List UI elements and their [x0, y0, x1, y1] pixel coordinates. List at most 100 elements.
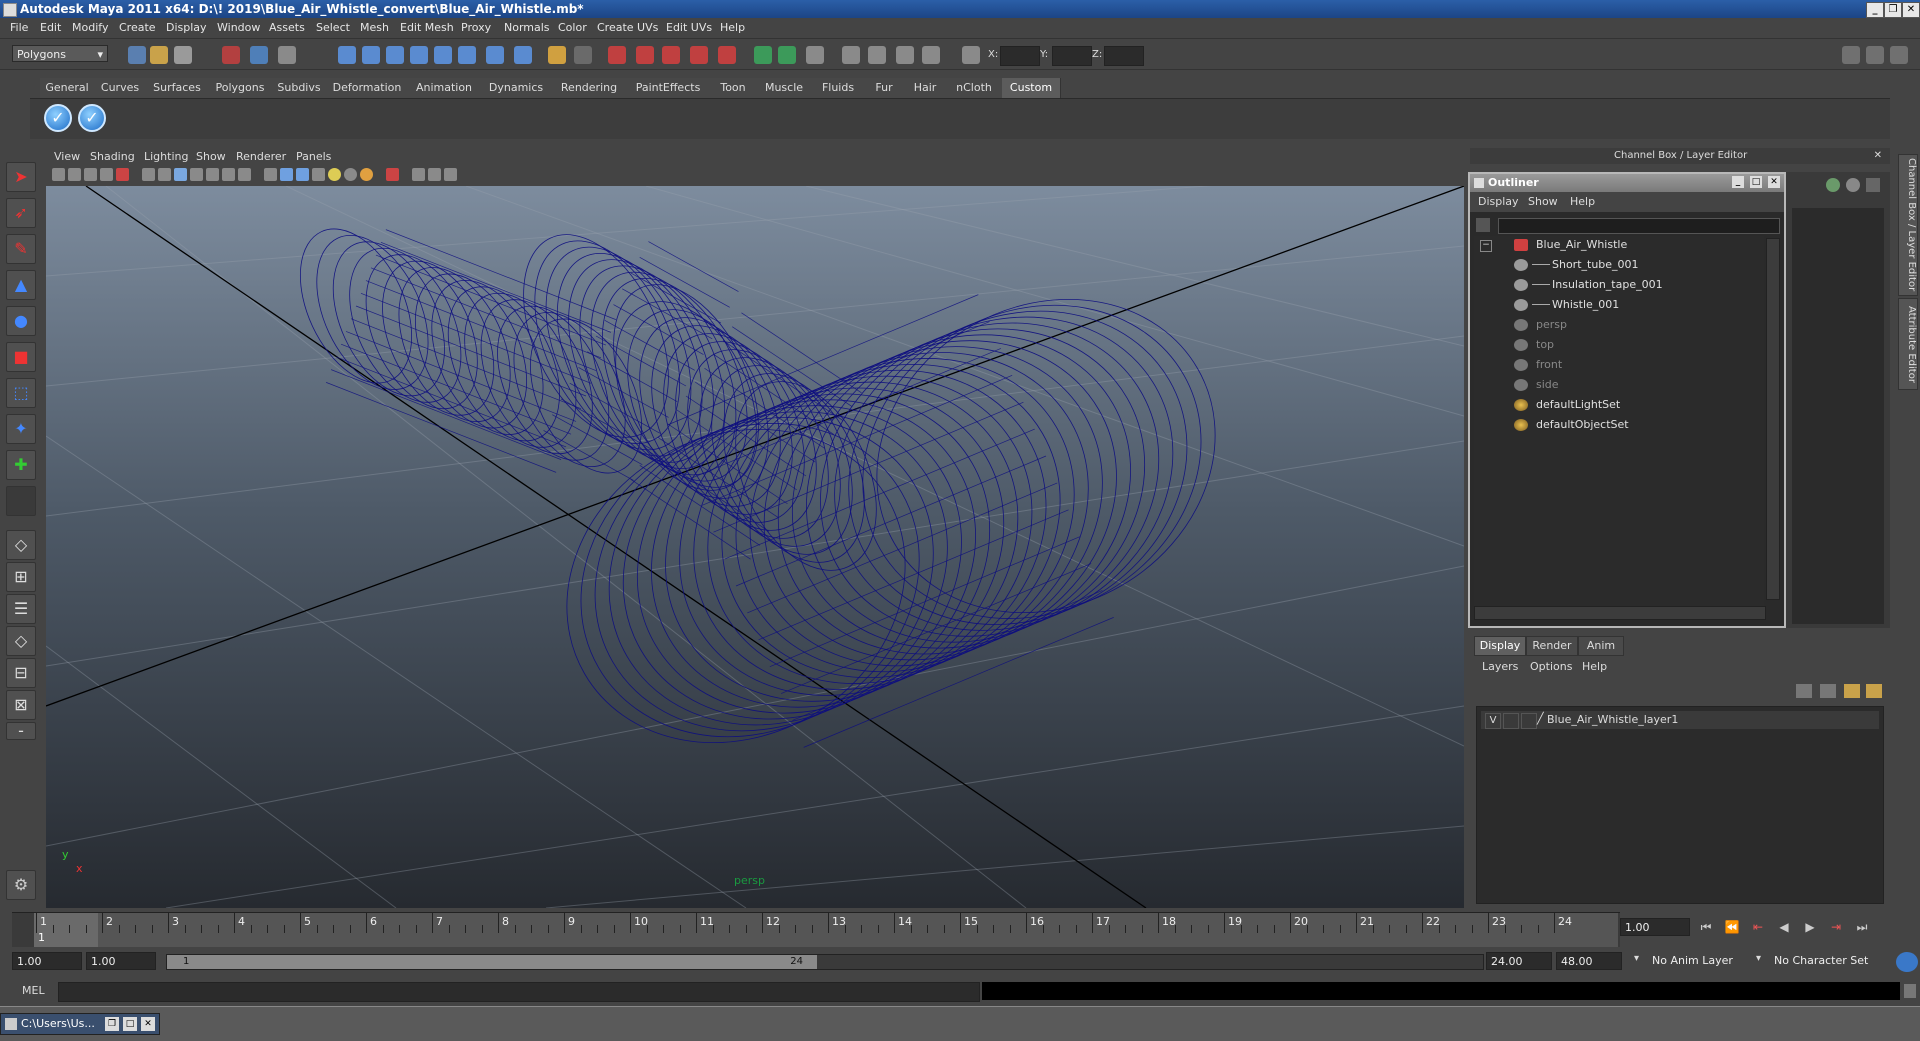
outliner-item-persp[interactable]: persp	[1514, 316, 1754, 334]
menu-display[interactable]: Display	[166, 21, 207, 34]
xray-joints-icon[interactable]	[428, 168, 441, 181]
layer-menu-help[interactable]: Help	[1582, 660, 1607, 673]
film-gate-icon[interactable]	[158, 168, 171, 181]
menu-create[interactable]: Create	[119, 21, 156, 34]
outliner-item-short-tube[interactable]: Short_tube_001	[1514, 256, 1754, 274]
render-view-icon[interactable]	[754, 46, 772, 64]
outliner-item-blue-air-whistle[interactable]: Blue_Air_Whistle	[1514, 236, 1754, 254]
select-tool-icon[interactable]: ➤	[6, 162, 36, 192]
go-to-start-button[interactable]: ⏮	[1696, 918, 1716, 936]
single-pane-layout-icon[interactable]: ◇	[6, 530, 36, 560]
custom-shelf-button-2[interactable]: ✓	[78, 104, 106, 132]
move-layer-down-icon[interactable]	[1820, 684, 1836, 698]
mel-command-input[interactable]	[58, 982, 980, 1002]
x-field[interactable]	[1000, 46, 1040, 66]
shelf-tab-custom[interactable]: Custom	[1002, 78, 1061, 98]
outliner-horizontal-scrollbar[interactable]	[1474, 606, 1766, 620]
panel-menu-show[interactable]: Show	[196, 150, 226, 163]
play-forward-button[interactable]: ▶	[1800, 918, 1820, 936]
construction-history-icon[interactable]	[608, 46, 626, 64]
step-forward-frame-button[interactable]: ⇥	[1826, 918, 1846, 936]
minimize-button[interactable]: _	[1866, 2, 1884, 18]
layer-menu-layers[interactable]: Layers	[1482, 660, 1518, 673]
outliner-item-side[interactable]: side	[1514, 376, 1754, 394]
camera-bookmark-icon[interactable]	[68, 168, 81, 181]
render-layout-icon[interactable]: ⊠	[6, 690, 36, 720]
move-layer-up-icon[interactable]	[1796, 684, 1812, 698]
layer-row[interactable]: V ╱ Blue_Air_Whistle_layer1	[1481, 711, 1879, 729]
outliner-menu-display[interactable]: Display	[1478, 195, 1519, 208]
layer-visibility-toggle[interactable]: V	[1485, 713, 1501, 729]
go-to-end-button[interactable]: ⏭	[1852, 918, 1872, 936]
lock-icon[interactable]	[548, 46, 566, 64]
collapse-toggle[interactable]: −	[1480, 240, 1492, 252]
menu-help[interactable]: Help	[720, 21, 745, 34]
panel-menu-shading[interactable]: Shading	[90, 150, 135, 163]
layer-menu-options[interactable]: Options	[1530, 660, 1572, 673]
2d-pan-zoom-icon[interactable]	[100, 168, 113, 181]
layer-tab-anim[interactable]: Anim	[1578, 636, 1624, 656]
shelf-tab-curves[interactable]: Curves	[94, 78, 147, 98]
select-hierarchy-icon[interactable]	[222, 46, 240, 64]
close-button[interactable]: ✕	[1902, 2, 1920, 18]
show-manipulator-icon[interactable]: ✚	[6, 450, 36, 480]
use-all-lights-icon[interactable]	[328, 168, 341, 181]
shelf-tab-deformation[interactable]: Deformation	[326, 78, 409, 98]
snap-grid2-icon[interactable]	[458, 46, 476, 64]
paint-select-tool-icon[interactable]: ✎	[6, 234, 36, 264]
outliner-menu-show[interactable]: Show	[1528, 195, 1558, 208]
side-tab-channel-box[interactable]: Channel Box / Layer Editor	[1898, 154, 1918, 296]
menu-create-uvs[interactable]: Create UVs	[597, 21, 658, 34]
layer-playback-toggle[interactable]	[1503, 713, 1519, 729]
layer-tab-display[interactable]: Display	[1474, 636, 1526, 656]
new-layer-selected-icon[interactable]	[1866, 684, 1882, 698]
shelf-tab-surfaces[interactable]: Surfaces	[146, 78, 209, 98]
playback-end-field[interactable]: 24.00	[1486, 952, 1552, 970]
new-layer-icon[interactable]	[1844, 684, 1860, 698]
layer-tab-render[interactable]: Render	[1526, 636, 1578, 656]
soft-modification-icon[interactable]: ✦	[6, 414, 36, 444]
time-slider-track[interactable]: 1 1 2 3 4 5 6 7 8 9 10 11 12 13 14 15 16 17 18 19 20 21 22 23 2…	[34, 913, 1618, 947]
menu-file[interactable]: File	[10, 21, 28, 34]
magnet3-icon[interactable]	[690, 46, 708, 64]
safe-title-icon[interactable]	[238, 168, 251, 181]
snap-curve-icon[interactable]	[362, 46, 380, 64]
z-field[interactable]	[1104, 46, 1144, 66]
shelf-tab-ncloth[interactable]: nCloth	[946, 78, 1003, 98]
backface-culling-icon[interactable]	[444, 168, 457, 181]
channel-box-icon[interactable]	[1826, 178, 1840, 192]
animation-end-field[interactable]: 48.00	[1556, 952, 1622, 970]
shelf-tab-muscle[interactable]: Muscle	[756, 78, 813, 98]
magnet-icon[interactable]	[636, 46, 654, 64]
range-slider[interactable]: 1 24	[166, 954, 1484, 970]
help-query-icon[interactable]	[514, 46, 532, 64]
shelf-tab-polygons[interactable]: Polygons	[208, 78, 273, 98]
grid-toggle-icon[interactable]	[142, 168, 155, 181]
perspective-viewport[interactable]: persp y x	[46, 186, 1464, 908]
script-editor-icon[interactable]: ⚙	[6, 870, 36, 900]
four-pane-layout-icon[interactable]: ⊞	[6, 562, 36, 592]
new-scene-icon[interactable]	[128, 46, 146, 64]
shelf-tab-hair[interactable]: Hair	[904, 78, 947, 98]
panel-menu-lighting[interactable]: Lighting	[144, 150, 188, 163]
input-output-icon[interactable]	[574, 46, 592, 64]
taskbar-restore-button[interactable]: ❐	[105, 1017, 119, 1031]
render-globals-icon[interactable]	[896, 46, 914, 64]
taskbar-item[interactable]: C:\Users\Us... ❐ □ ✕	[0, 1013, 160, 1035]
shelf-tab-toon[interactable]: Toon	[710, 78, 757, 98]
play-backward-button[interactable]: ◀	[1774, 918, 1794, 936]
grease-pencil-icon[interactable]	[116, 168, 129, 181]
graph-layout-icon[interactable]: ◇	[6, 626, 36, 656]
safe-action-icon[interactable]	[222, 168, 235, 181]
panel-menu-view[interactable]: View	[54, 150, 80, 163]
y-field[interactable]	[1052, 46, 1092, 66]
outliner-vertical-scrollbar[interactable]	[1766, 238, 1780, 600]
layer-color-swatch[interactable]	[1521, 713, 1537, 729]
textured-icon[interactable]	[312, 168, 325, 181]
outliner-filter-icon[interactable]	[1476, 218, 1490, 232]
anim-layer-dropdown[interactable]: No Anim Layer	[1648, 952, 1760, 970]
range-slider-handle[interactable]: 1 24	[167, 955, 817, 969]
menu-edit[interactable]: Edit	[40, 21, 61, 34]
toggle-tool-settings-icon[interactable]	[1866, 46, 1884, 64]
taskbar-maximize-button[interactable]: □	[123, 1017, 137, 1031]
